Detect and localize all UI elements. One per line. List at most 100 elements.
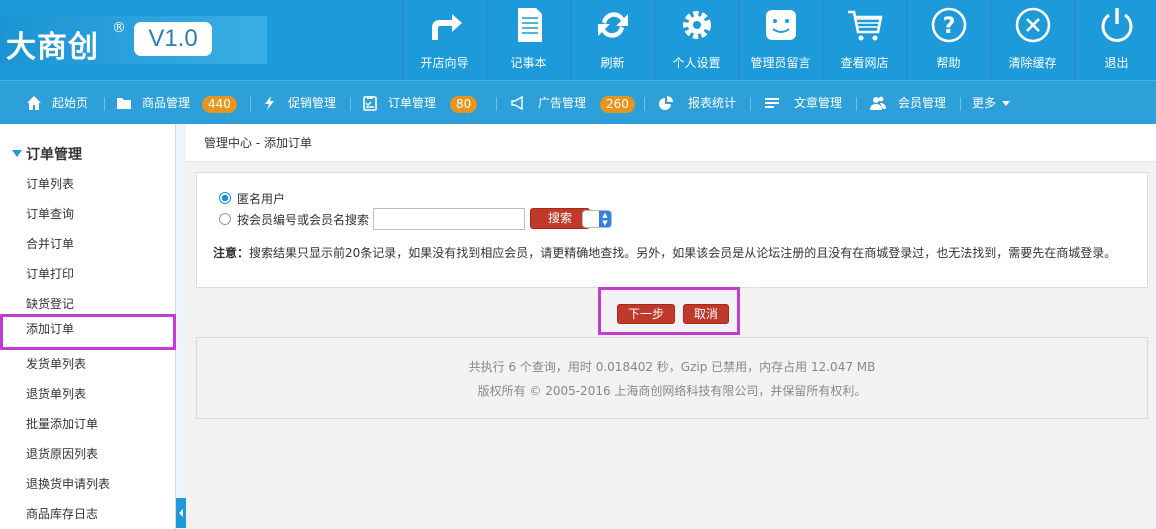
cart-icon [848, 10, 883, 41]
toolbar-button-logout[interactable]: 退出 [1074, 0, 1156, 80]
search-button[interactable]: 搜索 [530, 208, 590, 229]
clear-icon [1015, 7, 1051, 43]
folder-icon [117, 98, 131, 109]
nav-divider [750, 97, 751, 111]
nav-divider [350, 97, 351, 111]
next-step-button[interactable]: 下一步 [617, 304, 676, 324]
logo-text: 大商创 [6, 30, 99, 65]
form-actions: 下一步 取消 [598, 287, 740, 335]
sidebar-item-exchange-requests[interactable]: 退换货申请列表 [0, 469, 176, 499]
gear-icon [683, 11, 711, 39]
cancel-button[interactable]: 取消 [683, 304, 730, 324]
nav-divider [250, 97, 251, 111]
sidebar-item-batch-add-orders[interactable]: 批量添加订单 [0, 409, 176, 439]
nav-label: 促销管理 [288, 96, 337, 110]
member-search-input[interactable] [373, 208, 525, 230]
main-nav: 起始页 商品管理 440 促销管理 订单管理 80 广告管理 260 报表统计 … [0, 80, 1156, 124]
caret-down-icon [1002, 101, 1010, 106]
megaphone-icon [511, 95, 523, 111]
sidebar-item-shipping-list[interactable]: 发货单列表 [0, 349, 176, 379]
nav-label: 起始页 [52, 96, 89, 110]
breadcrumb-separator: - [252, 136, 264, 150]
toolbar-button-open-store-wizard[interactable]: 开店向导 [402, 0, 486, 80]
toolbar-button-notepad[interactable]: 记事本 [486, 0, 570, 80]
toolbar-button-refresh[interactable]: 刷新 [570, 0, 654, 80]
toolbar-button-personal-settings[interactable]: 个人设置 [654, 0, 738, 80]
footer-copyright: 版权所有 © 2005-2016 上海商创网络科技有限公司，并保留所有权利。 [477, 384, 867, 398]
lightning-icon [265, 96, 274, 110]
list-icon [765, 98, 779, 108]
sidebar-item-merge-orders[interactable]: 合并订单 [0, 229, 176, 259]
sidebar-item-add-order[interactable]: 添加订单 [0, 314, 176, 350]
top-header: 大商创 ® V1.0 开店向导 记事本 刷新 个人设置 管理员留言 查看网店 ?… [0, 0, 1156, 80]
user-select-panel: 匿名用户 按会员编号或会员名搜索 搜索 ▲ ▼ 注意：搜索结果只显示前20条记录，… [196, 172, 1148, 288]
toolbar-label: 开店向导 [420, 56, 469, 70]
toolbar-label: 管理员留言 [750, 56, 811, 70]
sidebar-title-label: 订单管理 [26, 147, 82, 163]
sidebar-collapse-rail [176, 124, 186, 529]
nav-divider [856, 97, 857, 111]
search-note: 注意：搜索结果只显示前20条记录，如果没有找到相应会员，请更精确地查找。另外，如… [213, 244, 1139, 261]
svg-text:?: ? [943, 14, 956, 39]
triangle-down-icon [12, 150, 22, 157]
toolbar-button-help[interactable]: ? 帮助 [906, 0, 990, 80]
nav-label: 文章管理 [794, 96, 843, 110]
footer-query-stats: 共执行 6 个查询，用时 0.018402 秒，Gzip 已禁用，内存占用 12… [468, 360, 876, 374]
toolbar-label: 个人设置 [672, 56, 721, 70]
breadcrumb: 管理中心 - 添加订单 [186, 124, 1156, 162]
sidebar-collapse-button[interactable] [176, 498, 186, 528]
nav-badge-orders: 80 [450, 96, 478, 113]
pie-chart-icon [659, 96, 673, 110]
nav-label: 更多 [972, 96, 997, 110]
member-search-radio[interactable] [219, 213, 231, 225]
anonymous-user-label: 匿名用户 [237, 192, 286, 206]
toolbar-label: 退出 [1104, 56, 1129, 70]
sidebar-item-order-query[interactable]: 订单查询 [0, 199, 176, 229]
home-icon [27, 96, 41, 110]
logo[interactable]: 大商创 ® V1.0 [0, 16, 267, 65]
nav-badge-ads: 260 [600, 96, 635, 113]
nav-label: 报表统计 [688, 96, 737, 110]
toolbar-label: 查看网店 [840, 56, 889, 70]
arrow-left-icon [179, 509, 183, 517]
users-icon [870, 96, 886, 110]
toolbar-button-clear-cache[interactable]: 清除缓存 [990, 0, 1074, 80]
main-content: 管理中心 - 添加订单 匿名用户 按会员编号或会员名搜索 搜索 ▲ ▼ 注意：搜索… [186, 124, 1156, 529]
footer: 共执行 6 个查询，用时 0.018402 秒，Gzip 已禁用，内存占用 12… [196, 337, 1148, 419]
sidebar-item-return-reasons[interactable]: 退货原因列表 [0, 439, 176, 469]
anonymous-user-radio[interactable] [219, 192, 231, 204]
member-search-label: 按会员编号或会员名搜索 [237, 213, 370, 227]
nav-divider [104, 97, 105, 111]
note-text: 搜索结果只显示前20条记录，如果没有找到相应会员，请更精确地查找。另外，如果该会… [249, 246, 1117, 260]
breadcrumb-root[interactable]: 管理中心 [204, 136, 252, 150]
sidebar-item-return-list[interactable]: 退货单列表 [0, 379, 176, 409]
clipboard-icon [363, 96, 377, 111]
toolbar-label: 帮助 [936, 56, 961, 70]
power-icon [1101, 8, 1133, 42]
nav-label: 商品管理 [142, 96, 191, 110]
toolbar-button-view-store[interactable]: 查看网店 [822, 0, 906, 80]
toolbar-label: 刷新 [600, 56, 625, 70]
nav-label: 会员管理 [898, 96, 947, 110]
note-label: 注意： [213, 246, 250, 260]
logo-version: V1.0 [134, 22, 212, 56]
sidebar-item-order-list[interactable]: 订单列表 [0, 169, 176, 199]
nav-badge-goods: 440 [202, 96, 237, 113]
member-result-select[interactable]: ▲ ▼ [582, 210, 612, 228]
help-icon: ? [931, 7, 967, 43]
refresh-icon [598, 12, 628, 38]
nav-divider [496, 97, 497, 111]
nav-divider [644, 97, 645, 111]
toolbar-button-admin-message[interactable]: 管理员留言 [738, 0, 822, 80]
sidebar-item-stock-log[interactable]: 商品库存日志 [0, 499, 176, 529]
toolbar-label: 清除缓存 [1008, 56, 1057, 70]
breadcrumb-current: 添加订单 [263, 136, 312, 150]
notepad-icon [518, 8, 542, 42]
sidebar: 订单管理 订单列表 订单查询 合并订单 订单打印 缺货登记 添加订单 发货单列表… [0, 124, 176, 529]
select-arrows-icon: ▲ ▼ [599, 211, 611, 227]
message-face-icon [766, 10, 796, 40]
nav-divider [960, 97, 961, 111]
sidebar-item-print-orders[interactable]: 订单打印 [0, 259, 176, 289]
toolbar-label: 记事本 [510, 56, 547, 70]
share-arrow-icon [432, 14, 462, 40]
